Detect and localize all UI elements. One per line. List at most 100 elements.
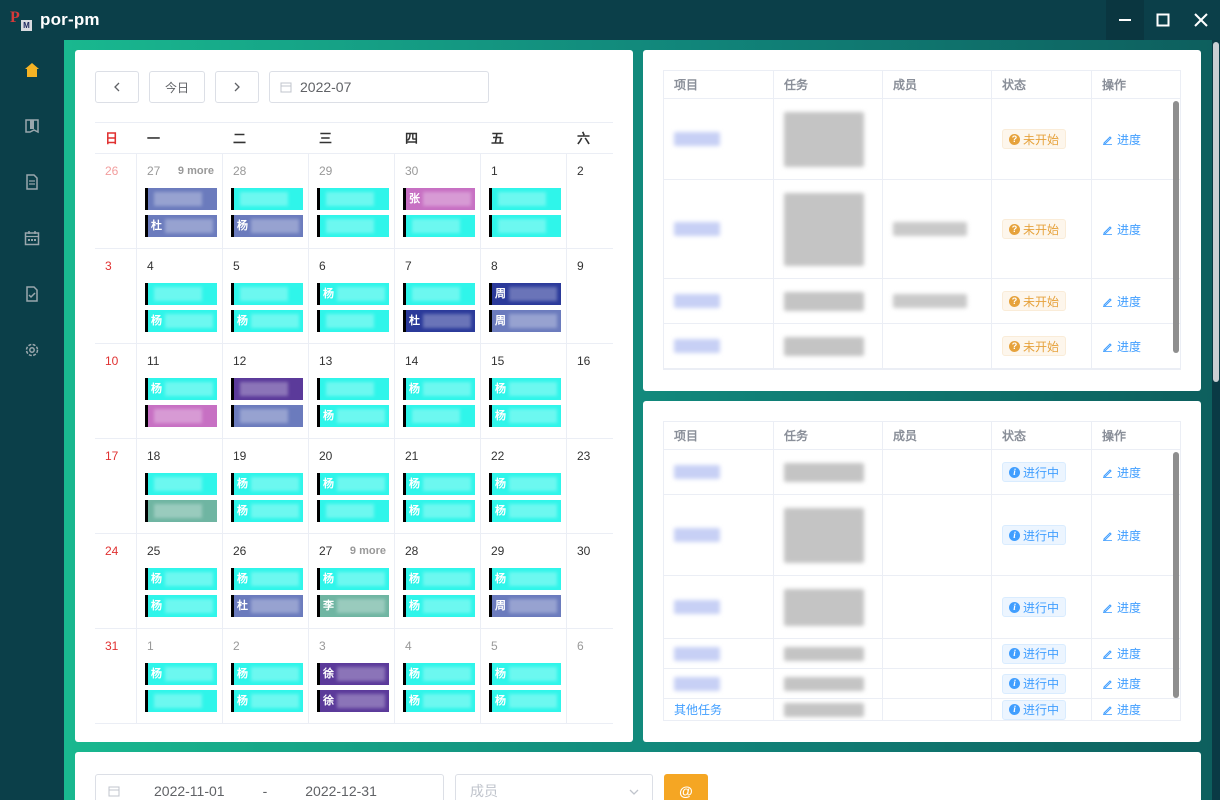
- calendar-day-cell[interactable]: 16: [567, 344, 611, 438]
- calendar-day-cell[interactable]: 21 杨杨: [395, 439, 481, 533]
- calendar-event[interactable]: 杨: [403, 500, 475, 522]
- member-select[interactable]: 成员: [455, 774, 653, 800]
- progress-link[interactable]: 进度: [1102, 675, 1141, 692]
- sidebar-item-document[interactable]: [0, 154, 64, 210]
- progress-action[interactable]: 进度: [1092, 699, 1172, 720]
- sidebar-item-calendar[interactable]: [0, 210, 64, 266]
- calendar-event[interactable]: 杨: [489, 405, 561, 427]
- project-cell[interactable]: [664, 279, 774, 323]
- progress-action[interactable]: 进度: [1092, 180, 1172, 278]
- calendar-event[interactable]: 周: [489, 310, 561, 332]
- calendar-event[interactable]: 徐: [317, 690, 389, 712]
- progress-action[interactable]: 进度: [1092, 576, 1172, 638]
- project-cell[interactable]: 其他任务: [664, 699, 774, 720]
- calendar-event[interactable]: 李: [317, 595, 389, 617]
- calendar-day-cell[interactable]: 14 杨: [395, 344, 481, 438]
- mention-button[interactable]: @: [664, 774, 708, 800]
- calendar-day-cell[interactable]: 4杨: [137, 249, 223, 343]
- calendar-event[interactable]: 杨: [489, 500, 561, 522]
- calendar-day-cell[interactable]: 13 杨: [309, 344, 395, 438]
- calendar-day-cell[interactable]: 8周周: [481, 249, 567, 343]
- progress-link[interactable]: 进度: [1102, 645, 1141, 662]
- calendar-day-cell[interactable]: 30 张: [395, 154, 481, 248]
- calendar-event[interactable]: 杨: [403, 378, 475, 400]
- calendar-event[interactable]: 杨: [489, 473, 561, 495]
- calendar-event[interactable]: [317, 500, 389, 522]
- calendar-day-cell[interactable]: 12: [223, 344, 309, 438]
- calendar-event[interactable]: 张: [403, 188, 475, 210]
- project-cell[interactable]: [664, 639, 774, 668]
- progress-action[interactable]: 进度: [1092, 99, 1172, 179]
- calendar-event[interactable]: [403, 283, 475, 305]
- minimize-button[interactable]: [1106, 0, 1144, 40]
- progress-link[interactable]: 进度: [1102, 221, 1141, 238]
- sidebar-item-checklist[interactable]: [0, 266, 64, 322]
- progress-action[interactable]: 进度: [1092, 324, 1172, 368]
- calendar-event[interactable]: 杨: [231, 663, 303, 685]
- project-cell[interactable]: [664, 669, 774, 698]
- calendar-day-cell[interactable]: 28 杨杨: [395, 534, 481, 628]
- range-start[interactable]: 2022-11-01: [154, 783, 225, 799]
- calendar-day-cell[interactable]: 1: [481, 154, 567, 248]
- calendar-day-cell[interactable]: 11 杨: [137, 344, 223, 438]
- calendar-event[interactable]: 杨: [145, 663, 217, 685]
- more-events-link[interactable]: 9 more: [178, 165, 214, 177]
- calendar-day-cell[interactable]: 9: [567, 249, 611, 343]
- calendar-event[interactable]: 徐: [317, 663, 389, 685]
- calendar-event[interactable]: [145, 500, 217, 522]
- calendar-event[interactable]: 杨: [317, 568, 389, 590]
- calendar-event[interactable]: 杜: [231, 595, 303, 617]
- progress-action[interactable]: 进度: [1092, 495, 1172, 575]
- calendar-event[interactable]: [231, 283, 303, 305]
- progress-link[interactable]: 进度: [1102, 527, 1141, 544]
- close-button[interactable]: [1182, 0, 1220, 40]
- calendar-day-cell[interactable]: 5杨杨: [481, 629, 567, 723]
- today-button[interactable]: 今日: [149, 71, 205, 103]
- table-scrollbar[interactable]: [1173, 452, 1179, 698]
- calendar-event[interactable]: [317, 378, 389, 400]
- progress-action[interactable]: 进度: [1092, 450, 1172, 494]
- maximize-button[interactable]: [1144, 0, 1182, 40]
- sidebar-item-home[interactable]: [0, 42, 64, 98]
- calendar-event[interactable]: 杨: [403, 568, 475, 590]
- progress-link[interactable]: 进度: [1102, 131, 1141, 148]
- calendar-event[interactable]: 杨: [231, 500, 303, 522]
- calendar-event[interactable]: 杨: [145, 568, 217, 590]
- prev-month-button[interactable]: [95, 71, 139, 103]
- calendar-day-cell[interactable]: 15 杨杨: [481, 344, 567, 438]
- calendar-day-cell[interactable]: 6杨: [309, 249, 395, 343]
- calendar-day-cell[interactable]: 7杜: [395, 249, 481, 343]
- calendar-event[interactable]: 杨: [145, 310, 217, 332]
- calendar-day-cell[interactable]: 2: [567, 154, 611, 248]
- next-month-button[interactable]: [215, 71, 259, 103]
- project-cell[interactable]: [664, 324, 774, 368]
- calendar-day-cell[interactable]: 28 杨: [223, 154, 309, 248]
- calendar-day-cell[interactable]: 27 9 more 杜: [137, 154, 223, 248]
- calendar-event[interactable]: 杨: [403, 595, 475, 617]
- calendar-day-cell[interactable]: 27 9 more 杨李: [309, 534, 395, 628]
- table-scrollbar[interactable]: [1173, 101, 1179, 353]
- progress-action[interactable]: 进度: [1092, 279, 1172, 323]
- progress-link[interactable]: 进度: [1102, 293, 1141, 310]
- progress-link[interactable]: 进度: [1102, 701, 1141, 718]
- calendar-day-cell[interactable]: 25 杨杨: [137, 534, 223, 628]
- project-cell[interactable]: [664, 180, 774, 278]
- progress-action[interactable]: 进度: [1092, 639, 1172, 668]
- calendar-event[interactable]: [145, 405, 217, 427]
- calendar-day-cell[interactable]: 23: [567, 439, 611, 533]
- calendar-day-cell[interactable]: 20 杨: [309, 439, 395, 533]
- calendar-event[interactable]: 杨: [231, 690, 303, 712]
- calendar-event[interactable]: [403, 215, 475, 237]
- calendar-day-cell[interactable]: 1杨: [137, 629, 223, 723]
- calendar-day-cell[interactable]: 18: [137, 439, 223, 533]
- sidebar-item-book[interactable]: [0, 98, 64, 154]
- calendar-day-cell[interactable]: 22 杨杨: [481, 439, 567, 533]
- calendar-event[interactable]: [231, 188, 303, 210]
- calendar-event[interactable]: 杨: [489, 378, 561, 400]
- progress-link[interactable]: 进度: [1102, 464, 1141, 481]
- progress-link[interactable]: 进度: [1102, 338, 1141, 355]
- progress-link[interactable]: 进度: [1102, 599, 1141, 616]
- calendar-day-cell[interactable]: 3徐徐: [309, 629, 395, 723]
- project-cell[interactable]: [664, 450, 774, 494]
- calendar-event[interactable]: 杜: [403, 310, 475, 332]
